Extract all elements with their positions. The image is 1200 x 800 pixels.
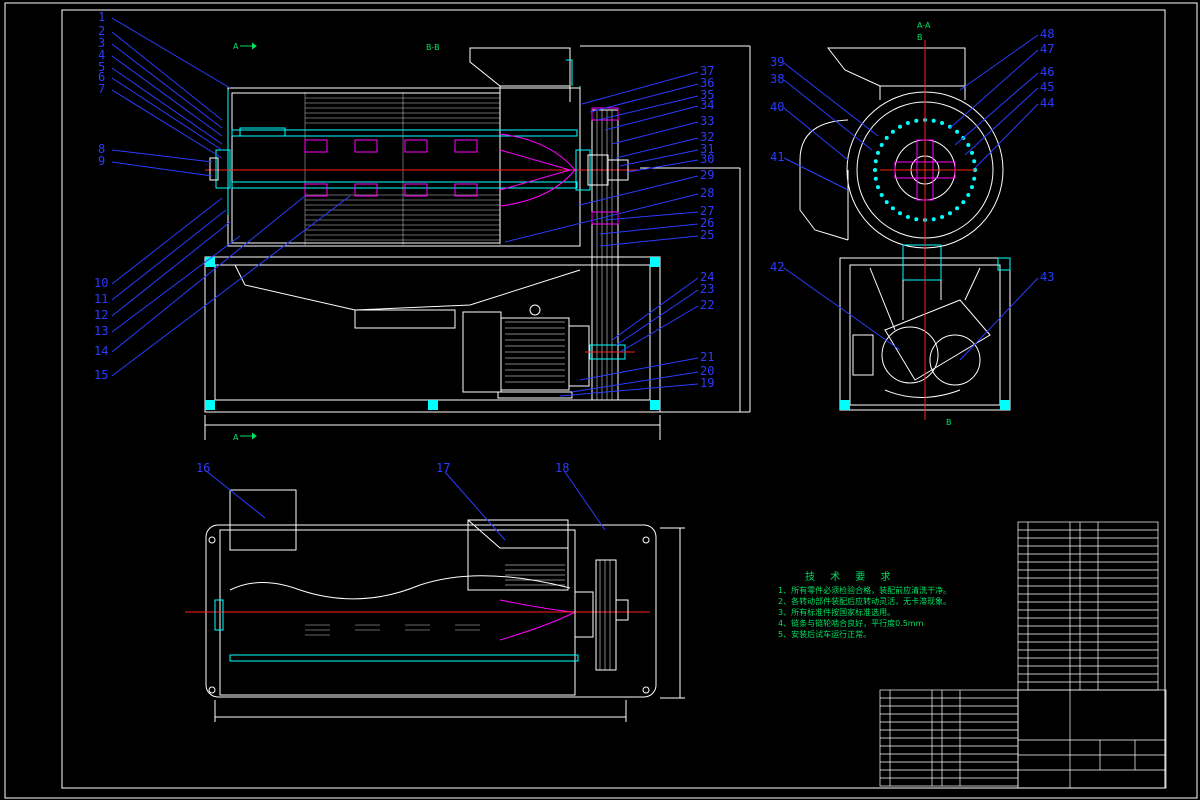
svg-text:41: 41 <box>770 150 784 164</box>
screen-hole <box>905 215 910 219</box>
note-3: 3、所有标准件按国家标准选用。 <box>778 607 895 617</box>
svg-text:48: 48 <box>1040 27 1054 41</box>
drawing-sheet: A B-B A 1 2 3 4 5 6 7 8 9 10 11 12 13 14… <box>4 2 1198 799</box>
technical-notes: 技 术 要 求 1、所有零件必须检验合格，装配前应清洗干净。 2、各转动部件装配… <box>778 570 951 639</box>
svg-text:19: 19 <box>700 376 714 390</box>
screen-hole <box>914 118 919 123</box>
svg-text:18: 18 <box>555 461 569 475</box>
svg-text:7: 7 <box>98 82 105 96</box>
screen-hole <box>948 211 952 216</box>
section-mark-a-bottom: A <box>233 433 239 442</box>
screen-hole <box>884 135 889 140</box>
svg-text:11: 11 <box>94 292 108 306</box>
screen-hole <box>884 200 889 205</box>
leaders-left <box>111 17 351 377</box>
svg-text:12: 12 <box>94 308 108 322</box>
svg-text:44: 44 <box>1040 96 1054 110</box>
svg-text:1: 1 <box>98 10 105 24</box>
screen-hole <box>970 185 974 190</box>
screen-hole <box>931 118 936 123</box>
screen-hole <box>879 193 884 197</box>
svg-text:21: 21 <box>700 350 714 364</box>
svg-text:10: 10 <box>94 276 108 290</box>
side-section-view: A-A B B <box>799 21 1011 427</box>
svg-text:22: 22 <box>700 298 714 312</box>
part-labels-mid: 37 36 35 34 33 32 31 30 29 28 27 26 25 2… <box>700 64 714 390</box>
svg-text:13: 13 <box>94 324 108 338</box>
screen-hole <box>966 143 971 147</box>
part-labels-plan: 16 17 18 <box>196 461 569 475</box>
screen-hole <box>890 206 895 211</box>
svg-text:33: 33 <box>700 114 714 128</box>
title-block <box>1017 689 1167 789</box>
screen-hole <box>890 129 895 134</box>
front-section-view: A B-B A <box>204 42 751 442</box>
leaders-mid <box>504 71 699 397</box>
screen-hole <box>940 215 945 219</box>
plan-view <box>185 489 685 722</box>
parts-list-table <box>1017 521 1159 691</box>
svg-text:34: 34 <box>700 98 714 112</box>
svg-text:40: 40 <box>770 100 784 114</box>
note-5: 5、安装后试车运行正常。 <box>778 629 871 639</box>
parts-list-table-lower <box>879 689 1019 787</box>
note-4: 4、链条与链轮啮合良好，平行度0.5mm <box>778 618 924 628</box>
svg-text:39: 39 <box>770 55 784 69</box>
feed-hopper <box>469 47 571 87</box>
screen-hole <box>966 193 971 197</box>
svg-text:23: 23 <box>700 282 714 296</box>
screen-hole <box>940 121 945 125</box>
screen-hole <box>898 124 902 129</box>
screen-hole <box>931 217 936 222</box>
svg-text:14: 14 <box>94 344 108 358</box>
screen-hole <box>876 150 880 155</box>
svg-text:43: 43 <box>1040 270 1054 284</box>
section-mark-a-top: A <box>233 42 239 51</box>
discharge-funnel <box>234 264 581 311</box>
svg-text:47: 47 <box>1040 42 1054 56</box>
screen-hole <box>972 176 977 181</box>
section-mark-aa: A-A <box>917 21 931 30</box>
svg-text:9: 9 <box>98 154 105 168</box>
screen-hole <box>955 129 960 134</box>
svg-text:38: 38 <box>770 72 784 86</box>
screen-hole <box>898 211 902 216</box>
svg-text:25: 25 <box>700 228 714 242</box>
svg-text:29: 29 <box>700 168 714 182</box>
svg-text:28: 28 <box>700 186 714 200</box>
chain-drive <box>591 109 619 401</box>
screen-hole <box>914 217 919 222</box>
screen-hole <box>876 185 880 190</box>
section-mark-bb: B-B <box>426 43 440 52</box>
svg-text:45: 45 <box>1040 80 1054 94</box>
screen-hole <box>873 168 877 172</box>
svg-text:30: 30 <box>700 152 714 166</box>
drum-housing <box>227 87 581 247</box>
note-2: 2、各转动部件装配后应转动灵活，无卡滞现象。 <box>778 596 951 606</box>
svg-text:15: 15 <box>94 368 108 382</box>
svg-text:16: 16 <box>196 461 210 475</box>
section-mark-b-bottom: B <box>946 418 952 427</box>
screen-hole <box>905 121 910 125</box>
screen-hole <box>961 200 966 205</box>
notes-title: 技 术 要 求 <box>805 570 897 583</box>
screen-hole <box>873 159 878 164</box>
svg-text:46: 46 <box>1040 65 1054 79</box>
section-mark-b-top: B <box>917 33 923 42</box>
screen-hole <box>879 143 884 147</box>
note-1: 1、所有零件必须检验合格，装配前应清洗干净。 <box>778 585 951 595</box>
screen-hole <box>970 150 974 155</box>
svg-text:42: 42 <box>770 260 784 274</box>
screen-hole <box>955 206 960 211</box>
screen-hole <box>873 176 878 181</box>
svg-text:17: 17 <box>436 461 450 475</box>
screen-hole <box>972 159 977 164</box>
motor <box>462 304 635 399</box>
screen-hatch <box>304 92 501 245</box>
part-labels-left: 1 2 3 4 5 6 7 8 9 10 11 12 13 14 15 <box>94 10 108 382</box>
